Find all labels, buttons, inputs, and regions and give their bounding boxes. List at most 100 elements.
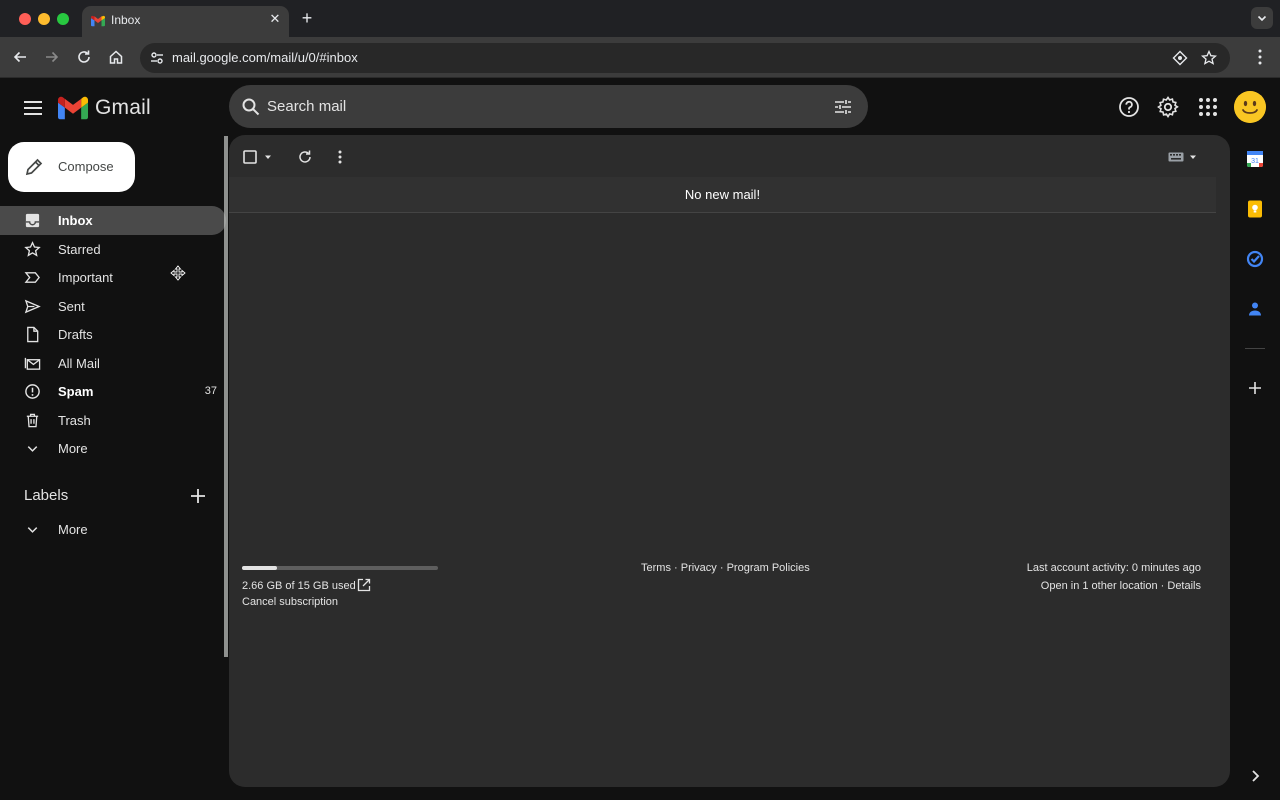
pencil-icon xyxy=(25,158,43,176)
sidebar-item-drafts[interactable]: Drafts xyxy=(0,320,226,349)
sidebar-item-trash[interactable]: Trash xyxy=(0,406,226,435)
privacy-link[interactable]: Privacy xyxy=(681,562,717,574)
move-cursor-icon xyxy=(170,265,186,281)
search-input[interactable]: Search mail xyxy=(267,98,346,115)
tasks-icon[interactable] xyxy=(1245,249,1265,269)
chevron-down-icon xyxy=(1257,15,1267,22)
sidebar-item-label: More xyxy=(58,441,88,456)
smiley-face-icon xyxy=(1234,91,1266,123)
input-tools-button[interactable] xyxy=(1167,147,1199,167)
address-bar[interactable]: mail.google.com/mail/u/0/#inbox xyxy=(140,43,1230,73)
keyboard-icon xyxy=(1168,152,1184,162)
sidebar-scrollbar[interactable] xyxy=(224,136,228,657)
browser-tab-inbox[interactable]: Inbox ✕ xyxy=(82,6,289,37)
sidebar-item-important[interactable]: Important xyxy=(0,263,226,292)
get-addons-icon[interactable] xyxy=(1245,378,1265,398)
help-icon[interactable] xyxy=(1118,96,1140,118)
google-apps-icon[interactable] xyxy=(1197,96,1219,118)
empty-inbox-message: No new mail! xyxy=(684,187,761,202)
gmail-favicon-icon xyxy=(91,15,105,27)
open-locations-text: Open in 1 other location xyxy=(1040,580,1158,592)
footer-separator: · xyxy=(716,562,727,574)
spam-icon xyxy=(25,384,40,399)
settings-gear-icon[interactable] xyxy=(1157,96,1179,118)
sidebar-item-more[interactable]: More xyxy=(0,434,226,463)
site-info-icon[interactable] xyxy=(149,50,165,66)
labels-more-label: More xyxy=(58,522,88,537)
new-tab-button[interactable]: + xyxy=(298,9,316,27)
search-icon[interactable] xyxy=(241,97,261,117)
refresh-icon xyxy=(299,150,311,163)
cancel-subscription-link[interactable]: Cancel subscription xyxy=(242,596,338,608)
sidebar-item-label: Inbox xyxy=(58,213,93,228)
sidebar-item-label: All Mail xyxy=(58,355,100,371)
caret-down-icon xyxy=(1190,155,1196,159)
sidebar-item-label: Sent xyxy=(58,298,85,314)
sidebar-item-spam[interactable]: Spam 37 xyxy=(0,377,226,406)
all-mail-icon xyxy=(24,357,41,370)
close-window-button[interactable] xyxy=(19,13,31,25)
account-avatar[interactable] xyxy=(1234,91,1266,123)
more-actions-button[interactable] xyxy=(330,147,350,167)
storage-usage-text[interactable]: 2.66 GB of 15 GB used xyxy=(242,580,356,592)
storage-usage-fill xyxy=(242,566,277,570)
sidebar-item-sent[interactable]: Sent xyxy=(0,292,226,321)
add-label-icon[interactable] xyxy=(189,487,207,505)
calendar-icon[interactable]: 31 xyxy=(1245,149,1265,169)
reload-button[interactable] xyxy=(74,47,94,67)
labels-heading: Labels xyxy=(24,487,69,504)
star-icon xyxy=(24,240,41,257)
mail-list-panel: No new mail! 2.66 GB of 15 GB used Cance… xyxy=(229,135,1230,787)
main-menu-icon[interactable] xyxy=(21,96,45,120)
url-text[interactable]: mail.google.com/mail/u/0/#inbox xyxy=(172,50,358,65)
activity-details-link[interactable]: Details xyxy=(1167,580,1201,592)
labels-more-item[interactable]: More xyxy=(0,515,226,543)
chevron-right-icon[interactable] xyxy=(1245,766,1265,786)
footer-links: Terms · Privacy · Program Policies xyxy=(641,562,810,574)
sidebar-item-label: Spam xyxy=(58,384,94,399)
open-in-new-icon[interactable] xyxy=(357,578,371,592)
bookmark-star-icon[interactable] xyxy=(1201,50,1217,66)
keep-notes-icon[interactable] xyxy=(1245,199,1265,219)
sidebar-item-all-mail[interactable]: All Mail xyxy=(0,349,226,378)
password-manager-icon[interactable] xyxy=(1172,50,1188,66)
last-activity-text: Last account activity: 0 minutes ago xyxy=(1026,562,1201,574)
chevron-down-icon xyxy=(27,527,38,533)
caret-down-icon xyxy=(265,155,271,159)
contacts-icon[interactable] xyxy=(1245,299,1265,319)
arrow-left-icon xyxy=(13,51,26,63)
tab-search-button[interactable] xyxy=(1251,7,1273,29)
gmail-logo-icon[interactable] xyxy=(58,96,88,120)
select-all-checkbox[interactable] xyxy=(243,147,277,167)
program-policies-link[interactable]: Program Policies xyxy=(727,562,810,574)
home-button[interactable] xyxy=(106,47,126,67)
sidebar-item-label: Starred xyxy=(58,241,101,257)
chevron-down-icon xyxy=(27,446,38,452)
search-options-icon[interactable] xyxy=(833,97,853,117)
sidebar-item-label: Important xyxy=(58,270,113,285)
storage-usage-bar xyxy=(242,566,438,570)
refresh-button[interactable] xyxy=(295,147,315,167)
draft-icon xyxy=(27,326,39,343)
inbox-icon xyxy=(25,213,40,228)
forward-button[interactable] xyxy=(42,47,62,67)
reload-icon xyxy=(78,50,90,63)
sidebar-item-label: Drafts xyxy=(58,327,93,342)
sent-icon xyxy=(24,299,41,313)
search-bar[interactable]: Search mail xyxy=(229,85,868,128)
minimize-window-button[interactable] xyxy=(38,13,50,25)
important-icon xyxy=(24,272,40,283)
maximize-window-button[interactable] xyxy=(57,13,69,25)
compose-button[interactable]: Compose xyxy=(8,142,135,192)
home-icon xyxy=(109,50,123,64)
close-tab-icon[interactable]: ✕ xyxy=(268,12,282,26)
sidebar-item-inbox[interactable]: Inbox xyxy=(0,206,226,235)
empty-inbox-row: No new mail! xyxy=(229,177,1216,213)
sidebar-item-starred[interactable]: Starred xyxy=(0,235,226,264)
browser-menu-icon[interactable] xyxy=(1252,47,1268,67)
compose-label: Compose xyxy=(58,159,114,174)
back-button[interactable] xyxy=(10,47,30,67)
activity-separator: · xyxy=(1157,580,1168,592)
terms-link[interactable]: Terms xyxy=(641,562,671,574)
gmail-wordmark[interactable]: Gmail xyxy=(95,96,151,120)
